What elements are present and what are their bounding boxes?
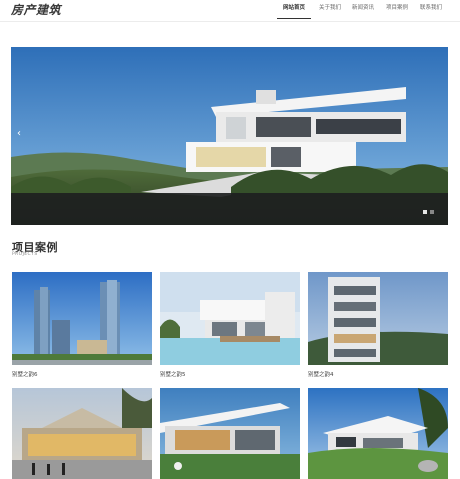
project-thumb — [308, 272, 448, 365]
section-subtitle: PROJECTS — [12, 252, 38, 257]
site-logo[interactable]: 房产建筑 — [11, 1, 61, 18]
main-nav: 网站首页 关于我们 新闻资讯 项目案例 联系我们 — [274, 0, 448, 22]
banner-dot-2[interactable] — [430, 210, 434, 214]
nav-item-contact[interactable]: 联系我们 — [414, 0, 448, 22]
hero-banner[interactable]: ‹ — [11, 47, 448, 225]
site-header: 房产建筑 网站首页 关于我们 新闻资讯 项目案例 联系我们 — [0, 0, 460, 22]
project-thumb — [160, 388, 300, 479]
nav-item-home[interactable]: 网站首页 — [274, 0, 314, 22]
project-card[interactable] — [160, 388, 300, 479]
banner-pagination — [423, 210, 434, 214]
project-card[interactable]: 别墅之韵4 — [308, 272, 448, 378]
project-thumb — [12, 388, 152, 479]
project-thumb — [308, 388, 448, 479]
project-card[interactable]: 别墅之韵5 — [160, 272, 300, 378]
project-caption[interactable]: 别墅之韵4 — [308, 370, 448, 378]
nav-item-projects[interactable]: 项目案例 — [380, 0, 414, 22]
nav-item-about[interactable]: 关于我们 — [314, 0, 346, 22]
project-thumb — [160, 272, 300, 365]
nav-item-news[interactable]: 新闻资讯 — [346, 0, 380, 22]
project-card[interactable] — [308, 388, 448, 479]
project-thumb — [12, 272, 152, 365]
project-card[interactable] — [12, 388, 152, 479]
project-card[interactable]: 别墅之韵6 — [12, 272, 152, 378]
banner-image — [11, 47, 448, 225]
project-caption[interactable]: 别墅之韵5 — [160, 370, 300, 378]
project-caption[interactable]: 别墅之韵6 — [12, 370, 152, 378]
banner-prev-icon[interactable]: ‹ — [17, 129, 21, 139]
banner-dot-1[interactable] — [423, 210, 427, 214]
